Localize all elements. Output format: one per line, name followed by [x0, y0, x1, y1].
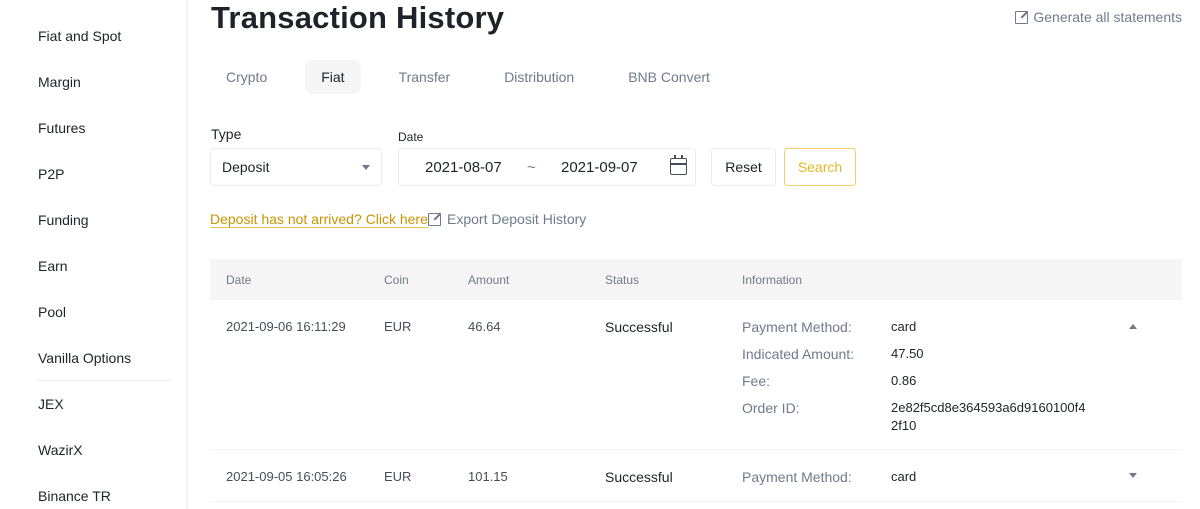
info-value-indicated-amount: 47.50 — [891, 346, 924, 361]
table-header: Date Coin Amount Status Information — [210, 259, 1182, 300]
tab-bar: Crypto Fiat Transfer Distribution BNB Co… — [210, 60, 748, 94]
info-value-payment-method: card — [891, 469, 917, 484]
sidebar-item-jex[interactable]: JEX — [38, 396, 64, 412]
sidebar-divider — [36, 380, 172, 381]
sidebar-item-binance-tr[interactable]: Binance TR — [38, 488, 111, 504]
date-range-picker[interactable]: 2021-08-07 ~ 2021-09-07 — [398, 148, 696, 186]
info-label-indicated-amount: Indicated Amount: — [742, 346, 855, 362]
reset-button[interactable]: Reset — [711, 148, 776, 186]
tab-distribution[interactable]: Distribution — [488, 60, 590, 94]
date-separator: ~ — [527, 159, 536, 176]
row-amount: 101.15 — [468, 469, 508, 484]
collapse-row-icon[interactable] — [1129, 324, 1137, 329]
sidebar-item-vanilla-options[interactable]: Vanilla Options — [38, 350, 131, 366]
column-header-amount: Amount — [468, 273, 510, 287]
tab-fiat[interactable]: Fiat — [305, 60, 361, 94]
sidebar-item-earn[interactable]: Earn — [38, 258, 68, 274]
column-header-information: Information — [742, 273, 803, 287]
tab-bnb-convert[interactable]: BNB Convert — [612, 60, 726, 94]
search-button[interactable]: Search — [784, 148, 856, 186]
date-label: Date — [398, 130, 424, 144]
tab-crypto[interactable]: Crypto — [210, 60, 283, 94]
sidebar-item-pool[interactable]: Pool — [38, 304, 66, 320]
page-title: Transaction History — [211, 0, 505, 35]
row-coin: EUR — [384, 319, 412, 334]
table-row[interactable]: 2021-09-06 16:11:29 EUR 46.64 Successful… — [210, 300, 1182, 450]
generate-statements-label: Generate all statements — [1033, 9, 1182, 25]
date-from-input[interactable]: 2021-08-07 — [425, 159, 502, 176]
info-label-fee: Fee: — [742, 373, 771, 389]
info-label-payment-method: Payment Method: — [742, 319, 852, 335]
row-coin: EUR — [384, 469, 412, 484]
sidebar-item-futures[interactable]: Futures — [38, 120, 85, 136]
expand-row-icon[interactable] — [1129, 473, 1137, 478]
row-amount: 46.64 — [468, 319, 501, 334]
row-status: Successful — [605, 469, 673, 485]
type-select[interactable]: Deposit — [210, 148, 382, 186]
sidebar-item-margin[interactable]: Margin — [38, 74, 81, 90]
sidebar-item-p2p[interactable]: P2P — [38, 166, 64, 182]
export-deposit-history-link[interactable]: Export Deposit History — [428, 211, 586, 227]
type-select-value: Deposit — [222, 159, 270, 175]
sidebar-item-fiat-and-spot[interactable]: Fiat and Spot — [38, 28, 121, 44]
row-date: 2021-09-05 16:05:26 — [226, 469, 347, 484]
sidebar: Fiat and Spot Margin Futures P2P Funding… — [0, 0, 188, 509]
info-value-order-id: 2e82f5cd8e364593a6d9160100f42f10 — [891, 400, 1086, 433]
calendar-icon[interactable] — [670, 155, 687, 175]
row-date: 2021-09-06 16:11:29 — [226, 319, 346, 334]
main-content: Transaction History Generate all stateme… — [188, 0, 1200, 509]
external-link-icon — [1015, 9, 1030, 24]
row-status: Successful — [605, 319, 673, 335]
info-value-payment-method: card — [891, 319, 917, 334]
column-header-status: Status — [605, 273, 640, 287]
table-row[interactable]: 2021-09-05 16:05:26 EUR 101.15 Successfu… — [210, 450, 1182, 502]
sidebar-item-funding[interactable]: Funding — [38, 212, 89, 228]
info-value-fee: 0.86 — [891, 373, 917, 388]
sidebar-item-wazirx[interactable]: WazirX — [38, 442, 83, 458]
export-deposit-history-label: Export Deposit History — [447, 211, 587, 227]
deposit-not-arrived-link[interactable]: Deposit has not arrived? Click here — [210, 211, 428, 227]
caret-down-icon — [362, 165, 370, 170]
column-header-date: Date — [226, 273, 252, 287]
info-label-payment-method: Payment Method: — [742, 469, 852, 485]
info-label-order-id: Order ID: — [742, 400, 800, 416]
generate-statements-link[interactable]: Generate all statements — [1015, 9, 1182, 25]
column-header-coin: Coin — [384, 273, 409, 287]
tab-transfer[interactable]: Transfer — [383, 60, 467, 94]
date-to-input[interactable]: 2021-09-07 — [561, 159, 638, 176]
type-label: Type — [211, 126, 242, 142]
external-link-icon — [428, 211, 442, 226]
